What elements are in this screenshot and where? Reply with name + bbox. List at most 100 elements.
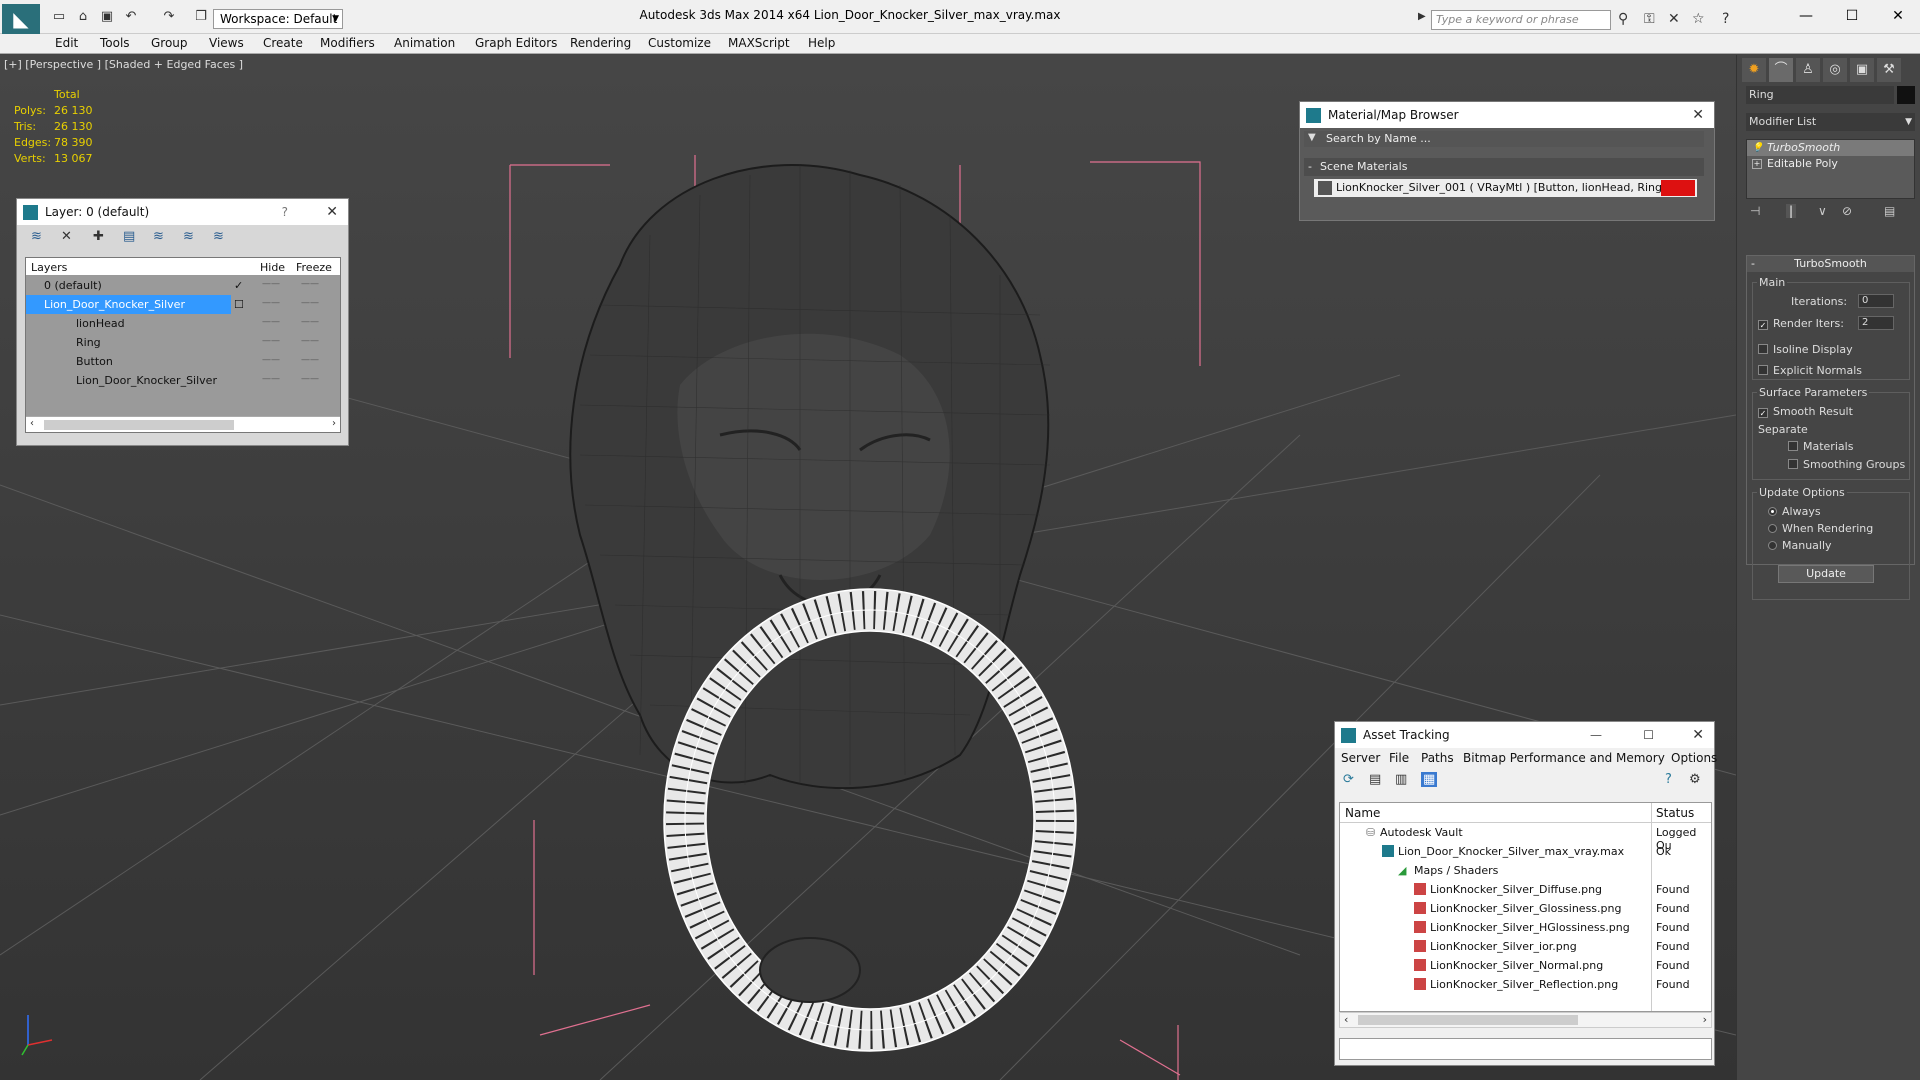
hide-toggle[interactable]: —— xyxy=(262,298,280,308)
isoline-checkbox[interactable] xyxy=(1758,344,1768,354)
update-button[interactable]: Update xyxy=(1778,565,1874,583)
menu-rendering[interactable]: Rendering xyxy=(570,36,631,50)
object-name-field[interactable]: Ring xyxy=(1746,86,1894,104)
stack-item-turbosmooth[interactable]: 💡 TurboSmooth xyxy=(1747,140,1914,156)
menu-maxscript[interactable]: MAXScript xyxy=(728,36,790,50)
layer-row[interactable]: Button —— —— xyxy=(26,352,340,371)
col-status[interactable]: Status xyxy=(1656,806,1694,820)
asset-row[interactable]: LionKnocker_Silver_HGlossiness.png Found xyxy=(1340,918,1711,937)
add-to-layer-icon[interactable]: ✚ xyxy=(93,229,104,244)
asset-maximize-icon[interactable]: ☐ xyxy=(1643,722,1654,748)
subscription-icon[interactable]: ⚿ xyxy=(1644,11,1655,27)
hide-toggle[interactable]: —— xyxy=(262,317,280,327)
asset-row[interactable]: LionKnocker_Silver_Reflection.png Found xyxy=(1340,975,1711,994)
asset-menu-paths[interactable]: Paths xyxy=(1421,751,1454,765)
browser-options-icon[interactable]: ▼ xyxy=(1308,132,1316,143)
asset-row[interactable]: ◢ Maps / Shaders xyxy=(1340,861,1711,880)
table-view-icon[interactable]: ▦ xyxy=(1421,772,1438,787)
hierarchy-tab-icon[interactable]: ♙ xyxy=(1796,58,1820,82)
scroll-right-icon[interactable]: › xyxy=(332,418,336,429)
explicit-normals-checkbox[interactable] xyxy=(1758,365,1768,375)
hide-toggle[interactable]: —— xyxy=(262,374,280,384)
freeze-all-layers-icon[interactable]: ≋ xyxy=(213,229,224,244)
render-iters-checkbox[interactable]: ✓ xyxy=(1758,320,1768,330)
refresh-icon[interactable]: ⟳ xyxy=(1343,772,1354,787)
freeze-toggle[interactable]: —— xyxy=(301,317,319,327)
material-search-input[interactable]: Search by Name ... xyxy=(1304,131,1704,147)
materials-checkbox[interactable] xyxy=(1788,441,1798,451)
scroll-right-icon[interactable]: › xyxy=(1703,1013,1707,1026)
freeze-toggle[interactable]: —— xyxy=(301,336,319,346)
freeze-toggle[interactable]: —— xyxy=(301,355,319,365)
asset-path-field[interactable] xyxy=(1339,1038,1712,1060)
menu-views[interactable]: Views xyxy=(209,36,244,50)
set-current-box-icon[interactable]: ☐ xyxy=(234,298,244,311)
freeze-toggle[interactable]: —— xyxy=(301,374,319,384)
menu-modifiers[interactable]: Modifiers xyxy=(320,36,375,50)
menu-customize[interactable]: Customize xyxy=(648,36,711,50)
when-rendering-radio[interactable] xyxy=(1768,524,1777,533)
help-icon[interactable]: ? xyxy=(1722,11,1729,27)
col-name[interactable]: Name xyxy=(1345,806,1380,820)
current-layer-check-icon[interactable]: ✓ xyxy=(234,279,243,292)
list-view-icon[interactable]: ▤ xyxy=(1369,772,1381,787)
make-unique-icon[interactable]: ∨ xyxy=(1818,204,1827,218)
hide-all-layers-icon[interactable]: ≋ xyxy=(183,229,194,244)
col-hide[interactable]: Hide xyxy=(260,261,285,274)
favorites-star-icon[interactable]: ☆ xyxy=(1692,11,1705,27)
asset-row[interactable]: ⛁ Autodesk Vault Logged Ou xyxy=(1340,823,1711,852)
object-color-swatch[interactable] xyxy=(1897,86,1915,104)
asset-row[interactable]: LionKnocker_Silver_Diffuse.png Found xyxy=(1340,880,1711,899)
freeze-toggle[interactable]: —— xyxy=(301,279,319,289)
layer-row[interactable]: lionHead —— —— xyxy=(26,314,340,333)
menu-animation[interactable]: Animation xyxy=(394,36,455,50)
layer-row[interactable]: Ring —— —— xyxy=(26,333,340,352)
asset-menu-file[interactable]: File xyxy=(1389,751,1409,765)
expand-plus-icon[interactable]: + xyxy=(1752,159,1762,169)
search-expand-icon[interactable]: ▶ xyxy=(1418,11,1426,22)
binoculars-icon[interactable]: ⚲ xyxy=(1618,11,1628,27)
show-end-result-icon[interactable]: | xyxy=(1786,204,1797,218)
scroll-left-icon[interactable]: ‹ xyxy=(30,418,34,429)
material-entry[interactable]: LionKnocker_Silver_001 ( VRayMtl ) [Butt… xyxy=(1314,179,1697,197)
always-radio[interactable] xyxy=(1768,507,1777,516)
asset-menu-options[interactable]: Options xyxy=(1671,751,1717,765)
col-freeze[interactable]: Freeze xyxy=(296,261,332,274)
menu-tools[interactable]: Tools xyxy=(100,36,130,50)
asset-row[interactable]: LionKnocker_Silver_Normal.png Found xyxy=(1340,956,1711,975)
create-layer-icon[interactable]: ≋ xyxy=(31,229,42,244)
menu-help[interactable]: Help xyxy=(808,36,835,50)
motion-tab-icon[interactable]: ◎ xyxy=(1823,58,1847,82)
viewport-label[interactable]: [+] [Perspective ] [Shaded + Edged Faces… xyxy=(4,58,243,71)
modify-tab-icon[interactable]: ⌒ xyxy=(1769,58,1793,82)
select-layer-objects-icon[interactable]: ▤ xyxy=(123,229,135,244)
asset-menu-server[interactable]: Server xyxy=(1341,751,1380,765)
render-iters-spinner[interactable]: 2 xyxy=(1858,316,1894,330)
iterations-spinner[interactable]: 0 xyxy=(1858,294,1894,308)
material-browser-close-icon[interactable]: ✕ xyxy=(1692,102,1704,128)
modifier-list-dropdown[interactable]: Modifier List ▼ xyxy=(1746,113,1915,131)
asset-menu-bitmap[interactable]: Bitmap Performance and Memory xyxy=(1463,751,1665,765)
menu-group[interactable]: Group xyxy=(151,36,188,50)
scroll-thumb[interactable] xyxy=(44,420,234,430)
asset-close-icon[interactable]: ✕ xyxy=(1692,722,1704,748)
scroll-left-icon[interactable]: ‹ xyxy=(1344,1013,1348,1026)
layer-row[interactable]: Lion_Door_Knocker_Silver —— —— xyxy=(26,371,340,390)
material-browser-titlebar[interactable]: Material/Map Browser ✕ xyxy=(1300,102,1714,128)
delete-layer-icon[interactable]: ✕ xyxy=(61,229,72,244)
scene-materials-group[interactable]: - Scene Materials xyxy=(1304,158,1704,176)
display-tab-icon[interactable]: ▣ xyxy=(1850,58,1874,82)
hide-toggle[interactable]: —— xyxy=(262,279,280,289)
col-layers[interactable]: Layers xyxy=(31,261,67,274)
menu-graph-editors[interactable]: Graph Editors xyxy=(475,36,557,50)
asset-tracking-titlebar[interactable]: Asset Tracking — ☐ ✕ xyxy=(1335,722,1714,748)
utilities-tab-icon[interactable]: ⚒ xyxy=(1877,58,1901,82)
hide-toggle[interactable]: —— xyxy=(262,355,280,365)
asset-row[interactable]: LionKnocker_Silver_Glossiness.png Found xyxy=(1340,899,1711,918)
close-window-button[interactable]: ✕ xyxy=(1878,4,1918,28)
lightbulb-icon[interactable]: 💡 xyxy=(1752,143,1763,153)
rollout-header[interactable]: - TurboSmooth xyxy=(1747,256,1914,272)
maximize-button[interactable]: ☐ xyxy=(1832,4,1872,28)
freeze-toggle[interactable]: —— xyxy=(301,298,319,308)
asset-help-icon[interactable]: ? xyxy=(1665,772,1672,787)
